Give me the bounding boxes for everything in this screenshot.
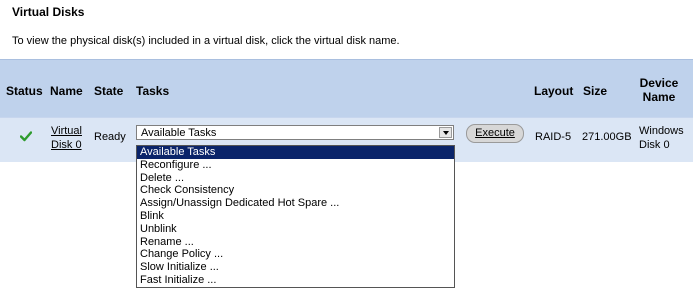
virtual-disk-link-line2[interactable]: Disk 0 [51, 138, 82, 152]
header-device-line2: Name [642, 90, 676, 104]
layout-value: RAID-5 [535, 131, 572, 143]
header-size: Size [583, 84, 608, 98]
device-name-value: Windows Disk 0 [639, 124, 684, 152]
dropdown-option[interactable]: Delete ... [137, 172, 454, 185]
device-name-line2: Disk 0 [639, 139, 670, 151]
tasks-dropdown-list: Available Tasks Reconfigure ... Delete .… [136, 145, 455, 288]
dropdown-option[interactable]: Slow Initialize ... [137, 261, 454, 274]
section-title: Virtual Disks [12, 5, 85, 19]
virtual-disk-link-line1[interactable]: Virtual [51, 124, 82, 138]
dropdown-option[interactable]: Reconfigure ... [137, 159, 454, 172]
instruction-text: To view the physical disk(s) included in… [12, 35, 400, 47]
state-value: Ready [94, 131, 126, 143]
header-tasks: Tasks [136, 84, 170, 98]
dropdown-option[interactable]: Unblink [137, 223, 454, 236]
device-name-line1: Windows [639, 125, 684, 137]
tasks-select[interactable]: Available Tasks [136, 125, 454, 140]
header-device-line1: Device [639, 76, 679, 90]
header-state: State [94, 84, 124, 98]
size-value: 271.00GB [582, 131, 632, 143]
dropdown-option[interactable]: Check Consistency [137, 184, 454, 197]
header-layout: Layout [534, 84, 574, 98]
header-name: Name [50, 84, 83, 98]
execute-button[interactable]: Execute [466, 124, 524, 143]
dropdown-option[interactable]: Fast Initialize ... [137, 274, 454, 287]
dropdown-option[interactable]: Change Policy ... [137, 248, 454, 261]
virtual-disk-link[interactable]: Virtual Disk 0 [51, 124, 82, 152]
dropdown-option[interactable]: Blink [137, 210, 454, 223]
chevron-down-icon[interactable] [439, 127, 452, 138]
checkmark-icon [20, 131, 32, 142]
header-device-name: Device Name [632, 76, 686, 104]
dropdown-option[interactable]: Available Tasks [137, 146, 454, 159]
dropdown-option[interactable]: Assign/Unassign Dedicated Hot Spare ... [137, 197, 454, 210]
dropdown-option[interactable]: Rename ... [137, 236, 454, 249]
header-status: Status [6, 84, 43, 98]
tasks-select-value: Available Tasks [141, 127, 217, 139]
